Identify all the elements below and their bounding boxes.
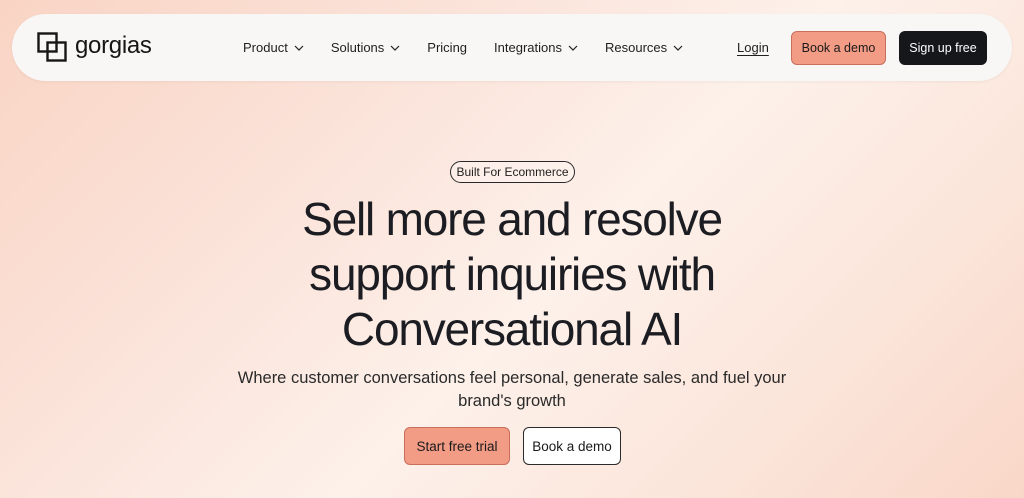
hero-subheadline: Where customer conversations feel person… — [237, 369, 787, 410]
nav-item-resources[interactable]: Resources — [605, 40, 683, 55]
nav-item-label: Solutions — [330, 40, 385, 55]
chevron-down-icon — [294, 45, 304, 51]
nav-item-label: Resources — [604, 40, 668, 55]
nav-item-pricing[interactable]: Pricing — [427, 40, 467, 55]
brand-name: gorgias — [75, 32, 152, 59]
main-nav: Product Solutions Pricing Integrations R… — [243, 14, 710, 81]
nav-item-label: Integrations — [494, 40, 562, 55]
gorgias-logo-icon — [37, 32, 67, 62]
hero-headline: Sell more and resolve support inquiries … — [212, 192, 812, 357]
login-link[interactable]: Login — [737, 40, 769, 55]
hero-badge: Built For Ecommerce — [450, 161, 575, 183]
nav-item-label: Pricing — [427, 40, 468, 55]
top-navbar: gorgias Product Solutions Pricing Integr… — [12, 14, 1012, 81]
chevron-down-icon — [568, 45, 578, 51]
brand-logo[interactable]: gorgias — [37, 31, 152, 63]
headline-line: Conversational AI — [341, 303, 683, 355]
nav-item-solutions[interactable]: Solutions — [331, 40, 400, 55]
nav-item-product[interactable]: Product — [243, 40, 304, 55]
chevron-down-icon — [390, 45, 400, 51]
headline-line: support inquiries with — [309, 248, 716, 300]
start-free-trial-button[interactable]: Start free trial — [404, 427, 510, 465]
headline-line: Sell more and resolve — [302, 193, 723, 245]
hero-book-demo-button[interactable]: Book a demo — [523, 427, 621, 465]
nav-item-integrations[interactable]: Integrations — [494, 40, 578, 55]
chevron-down-icon — [673, 45, 683, 51]
book-demo-button[interactable]: Book a demo — [791, 31, 886, 65]
sign-up-button[interactable]: Sign up free — [899, 31, 987, 65]
nav-item-label: Product — [243, 40, 288, 55]
